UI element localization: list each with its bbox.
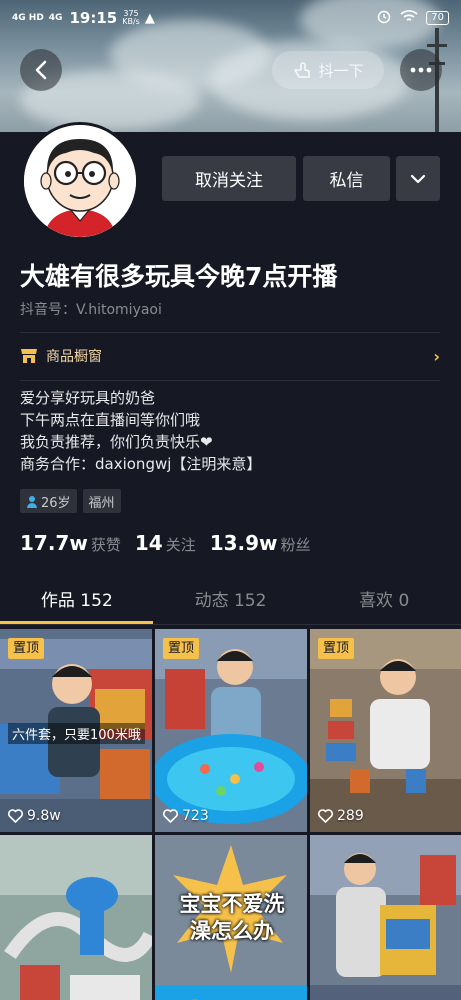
cartoon-boy-avatar-image (24, 125, 136, 237)
chevron-right-icon: › (433, 346, 440, 366)
fans-label: 粉丝 (280, 536, 311, 554)
network-speed-unit: KB/s (122, 17, 140, 26)
message-button[interactable]: 私信 (303, 156, 390, 201)
profile-stats: 17.7w 获赞 14 关注 13.9w 粉丝 (20, 531, 311, 555)
following-label: 关注 (165, 536, 196, 554)
person-icon (27, 495, 37, 508)
likes-stat[interactable]: 17.7w 获赞 (20, 531, 121, 555)
bio-line: 爱分享好玩具的奶爸 (20, 389, 156, 407)
tab-works[interactable]: 作品 152 (0, 583, 154, 623)
profile-nickname: 大雄有很多玩具今晚7点开播 (20, 262, 338, 291)
heart-outline-icon (318, 809, 333, 823)
fans-count: 13.9w (209, 531, 278, 555)
following-count: 14 (134, 531, 163, 555)
divider (0, 624, 461, 625)
toy-track-scene (0, 835, 152, 1000)
expand-button[interactable] (396, 156, 440, 201)
video-thumbnail[interactable]: 置顶 289 (310, 629, 461, 832)
video-thumbnail[interactable] (0, 835, 152, 1000)
more-dots-icon (410, 67, 432, 73)
douyin-id: 抖音号：V.hitomiyaoi (20, 302, 162, 318)
following-stat[interactable]: 14 关注 (135, 531, 196, 555)
stacking-toy-scene (310, 629, 461, 832)
bio-line-text: 我负责推荐，你们负责快乐❤ (20, 433, 213, 451)
heart-outline-icon (163, 809, 178, 823)
clock: 19:15 (69, 9, 118, 27)
shop-icon (21, 349, 37, 363)
alarm-icon (376, 8, 392, 28)
tab-posts[interactable]: 动态 152 (154, 583, 308, 623)
video-thumbnail[interactable]: 六件套，只要100米哦 置顶 9.8w (0, 629, 152, 832)
video-thumbnail[interactable]: 置顶 723 (155, 629, 307, 832)
video-thumbnail[interactable] (310, 835, 461, 1000)
network-speed: 375 KB/s (122, 10, 140, 26)
chevron-down-icon (410, 174, 426, 183)
pinned-badge: 置顶 (318, 638, 355, 659)
video-likes-count: 289 (337, 808, 364, 824)
video-thumbnail[interactable]: 宝宝不爱洗澡怎么办 (155, 835, 307, 1000)
battery-indicator: 70 (426, 11, 449, 25)
signal-indicator-1: 4G HD (12, 12, 44, 23)
puzzle-book-scene (310, 835, 461, 1000)
bio-line: 下午两点在直播间等你们哦 (20, 411, 201, 429)
profile-tags: 26岁 福州 (20, 489, 121, 513)
likes-label: 获赞 (90, 536, 121, 554)
profile-bio: 爱分享好玩具的奶爸 下午两点在直播间等你们哦 我负责推荐，你们负责快乐❤ 商务合… (20, 387, 261, 475)
hand-icon (294, 62, 311, 78)
back-button[interactable] (20, 49, 62, 91)
city-tag: 福州 (82, 489, 121, 513)
video-overlay-text: 六件套，只要100米哦 (8, 723, 145, 744)
heart-outline-icon (8, 809, 23, 823)
more-options-button[interactable] (400, 49, 442, 91)
profile-page: { "status_bar": { "signal_1": "4G HD", "… (0, 0, 461, 1000)
avatar[interactable] (21, 122, 139, 240)
divider (20, 380, 440, 381)
likes-count: 17.7w (20, 531, 88, 555)
age-tag-label: 26岁 (41, 495, 71, 511)
unfollow-button[interactable]: 取消关注 (162, 156, 296, 201)
wifi-icon (400, 9, 418, 27)
shake-label: 抖一下 (318, 61, 364, 80)
chevron-left-icon (35, 60, 47, 80)
content-tabs: 作品 152 动态 152 喜欢 0 (0, 583, 461, 623)
video-likes: 289 (318, 808, 364, 824)
video-likes: 9.8w (8, 808, 61, 824)
video-likes-count: 723 (182, 808, 209, 824)
shake-button[interactable]: 抖一下 (272, 51, 384, 89)
shop-window-link[interactable]: 商品橱窗 › (20, 346, 440, 366)
fans-stat[interactable]: 13.9w 粉丝 (210, 531, 311, 555)
pinned-badge: 置顶 (163, 638, 200, 659)
bio-line: 我负责推荐，你们负责快乐❤ (20, 431, 261, 453)
tab-likes[interactable]: 喜欢 0 (307, 583, 461, 623)
signal-indicator-2: 4G (48, 12, 63, 23)
bio-line: 商务合作：daxiongwj【注明来意】 (20, 455, 262, 473)
pinned-badge: 置顶 (8, 638, 45, 659)
shop-window-label: 商品橱窗 (46, 349, 102, 365)
fishing-pool-scene (155, 629, 307, 832)
age-tag: 26岁 (20, 489, 77, 513)
status-bar: 4G HD 4G 19:15 375 KB/s ▲ 70 (0, 0, 461, 36)
divider (20, 332, 440, 333)
video-likes: 723 (163, 808, 209, 824)
qq-icon: ▲ (144, 10, 155, 26)
video-caption: 宝宝不爱洗澡怎么办 (179, 892, 285, 943)
video-likes-count: 9.8w (27, 808, 61, 824)
